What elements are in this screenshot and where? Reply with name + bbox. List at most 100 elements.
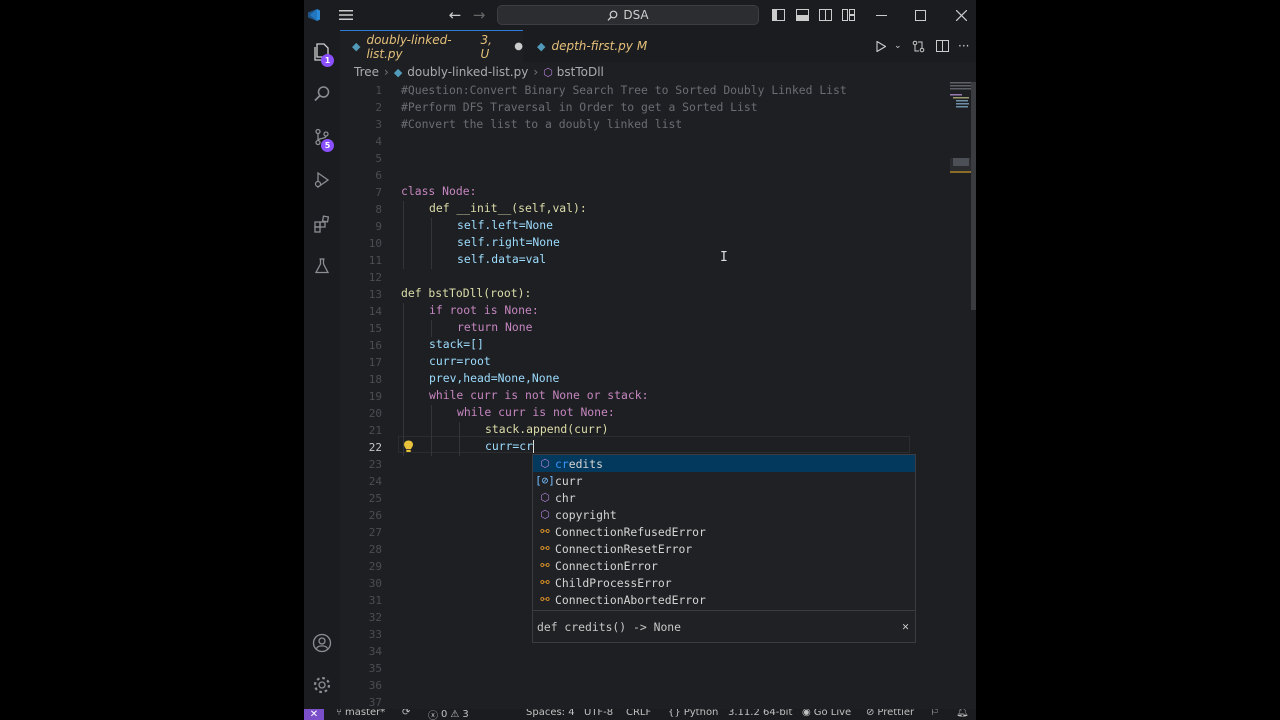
line-number: 6	[375, 169, 382, 182]
line-number: 20	[368, 407, 382, 420]
suggestion-item[interactable]: ⬡ chr	[533, 489, 915, 506]
autocomplete-suggestions: ⬡ credits [⊘] curr ⬡ chr ⬡ copyright ⚯ C…	[532, 454, 916, 643]
language-indicator[interactable]: {} Python	[668, 709, 718, 718]
breadcrumb-file[interactable]: doubly-linked-list.py	[407, 65, 528, 79]
indentation-indicator[interactable]: Spaces: 4	[526, 709, 575, 718]
suggestion-label: ConnectionRefusedError	[555, 524, 706, 539]
breadcrumb-folder[interactable]: Tree	[354, 65, 379, 79]
command-center-search[interactable]: DSA	[497, 5, 759, 25]
lightbulb-icon[interactable]	[403, 438, 414, 457]
error-icon: ⓧ	[428, 711, 438, 720]
unsaved-dot-icon[interactable]: ●	[514, 41, 523, 52]
prettier-indicator[interactable]: ⊘ Prettier	[866, 709, 914, 718]
branch-indicator[interactable]: ⑂ master*	[336, 709, 385, 718]
line-number: 12	[368, 271, 382, 284]
notifications-bell-icon[interactable]: 🔔︎	[956, 709, 969, 718]
suggestion-item[interactable]: ⬡ credits	[533, 455, 915, 472]
suggestion-item[interactable]: ⚯ ConnectionResetError	[533, 540, 915, 557]
customize-layout-icon[interactable]	[840, 0, 856, 30]
python-file-icon: ◆	[352, 40, 361, 53]
toggle-sidebar-icon[interactable]	[770, 0, 786, 30]
line-number: 16	[368, 339, 382, 352]
code-line: if root is None:	[429, 303, 539, 317]
method-symbol-icon: ⬡	[543, 65, 553, 79]
suggestion-label: curr	[555, 473, 583, 488]
class-icon: ⚯	[540, 576, 550, 589]
line-number: 18	[368, 373, 382, 386]
breadcrumb-symbol[interactable]: bstToDll	[557, 65, 604, 79]
tab-label: depth-first.py	[551, 39, 633, 53]
more-actions-icon[interactable]: ···	[958, 30, 974, 62]
suggestion-item[interactable]: ⬡ copyright	[533, 506, 915, 523]
suggestion-item[interactable]: ⚯ ConnectionAbortedError	[533, 591, 915, 608]
suggestion-label: ConnectionError	[555, 558, 658, 573]
toggle-panel-icon[interactable]	[794, 0, 810, 30]
vertical-scrollbar[interactable]	[971, 82, 976, 310]
search-view-icon[interactable]	[304, 76, 340, 112]
run-dropdown-chevron-icon[interactable]: ⌄	[894, 30, 904, 62]
code-line: curr=root	[429, 354, 491, 368]
code-line: stack.append(curr)	[485, 422, 609, 436]
line-number: 11	[368, 254, 382, 267]
run-file-icon[interactable]	[876, 30, 894, 62]
line-number: 28	[368, 543, 382, 556]
indent-guide	[431, 320, 432, 337]
code-line: prev,head=None,None	[429, 371, 560, 385]
suggestion-item[interactable]: ⚯ ConnectionRefusedError	[533, 523, 915, 540]
line-number: 14	[368, 305, 382, 318]
suggestion-item[interactable]: [⊘] curr	[533, 472, 915, 489]
source-control-icon[interactable]: 5	[304, 119, 340, 155]
problems-indicator[interactable]: ⓧ 0 ⚠ 3	[428, 709, 469, 720]
line-number: 34	[368, 645, 382, 658]
suggestion-label: ConnectionAbortedError	[555, 592, 706, 607]
close-detail-icon[interactable]: ✕	[902, 619, 909, 633]
minimize-icon[interactable]	[870, 0, 892, 30]
sync-icon[interactable]: ⟳	[402, 709, 410, 718]
suggestion-detail: def credits() -> None ✕	[533, 610, 915, 643]
line-number: 9	[375, 220, 382, 233]
code-line: while curr is not None or stack:	[429, 388, 649, 402]
settings-gear-icon[interactable]	[304, 667, 340, 703]
split-editor-icon[interactable]	[936, 30, 954, 62]
extensions-icon[interactable]	[304, 206, 340, 242]
python-file-icon: ◆	[537, 39, 546, 53]
search-text: DSA	[623, 8, 649, 22]
back-arrow-icon[interactable]: ←	[445, 0, 465, 30]
suggestion-item[interactable]: ⚯ ConnectionError	[533, 557, 915, 574]
go-live-button[interactable]: ◉ Go Live	[802, 709, 851, 718]
tab-doubly-linked-list[interactable]: ◆ doubly-linked-list.py 3, U ●	[340, 30, 523, 62]
explorer-icon[interactable]: 1	[304, 34, 340, 70]
forward-arrow-icon[interactable]: →	[469, 0, 489, 30]
menu-icon[interactable]	[334, 0, 358, 30]
code-line: def __init__(self,val):	[429, 201, 587, 215]
run-debug-icon[interactable]	[304, 162, 340, 198]
tab-depth-first[interactable]: ◆ depth-first.py M	[525, 30, 695, 62]
remote-indicator-icon[interactable]: ✕	[304, 709, 324, 720]
line-number: 30	[368, 577, 382, 590]
feedback-icon[interactable]: ⚐	[930, 709, 939, 718]
activity-bar: 1 5	[304, 30, 340, 709]
accounts-icon[interactable]	[304, 625, 340, 661]
suggestion-label: ConnectionResetError	[555, 541, 693, 556]
class-icon: ⚯	[540, 559, 550, 572]
suggestion-item[interactable]: ⚯ ChildProcessError	[533, 574, 915, 591]
maximize-icon[interactable]	[909, 0, 931, 30]
testing-icon[interactable]	[304, 248, 340, 284]
compare-changes-icon[interactable]	[912, 30, 930, 62]
breadcrumb: Tree › ◆ doubly-linked-list.py › ⬡ bstTo…	[340, 62, 976, 82]
line-number: 23	[368, 458, 382, 471]
line-number: 25	[368, 492, 382, 505]
eol-indicator[interactable]: CRLF	[626, 709, 651, 718]
explorer-badge: 1	[321, 54, 334, 67]
close-window-icon[interactable]	[950, 0, 972, 30]
line-number: 3	[375, 118, 382, 131]
line-number: 13	[368, 288, 382, 301]
toggle-secondary-sidebar-icon[interactable]	[817, 0, 833, 30]
line-number: 35	[368, 662, 382, 675]
interpreter-indicator[interactable]: 3.11.2 64-bit	[728, 709, 792, 718]
code-line-current: curr=cr	[485, 439, 535, 453]
tab-status: M	[636, 39, 648, 53]
encoding-indicator[interactable]: UTF-8	[584, 709, 613, 718]
line-number: 33	[368, 628, 382, 641]
python-file-icon: ◆	[393, 65, 403, 79]
